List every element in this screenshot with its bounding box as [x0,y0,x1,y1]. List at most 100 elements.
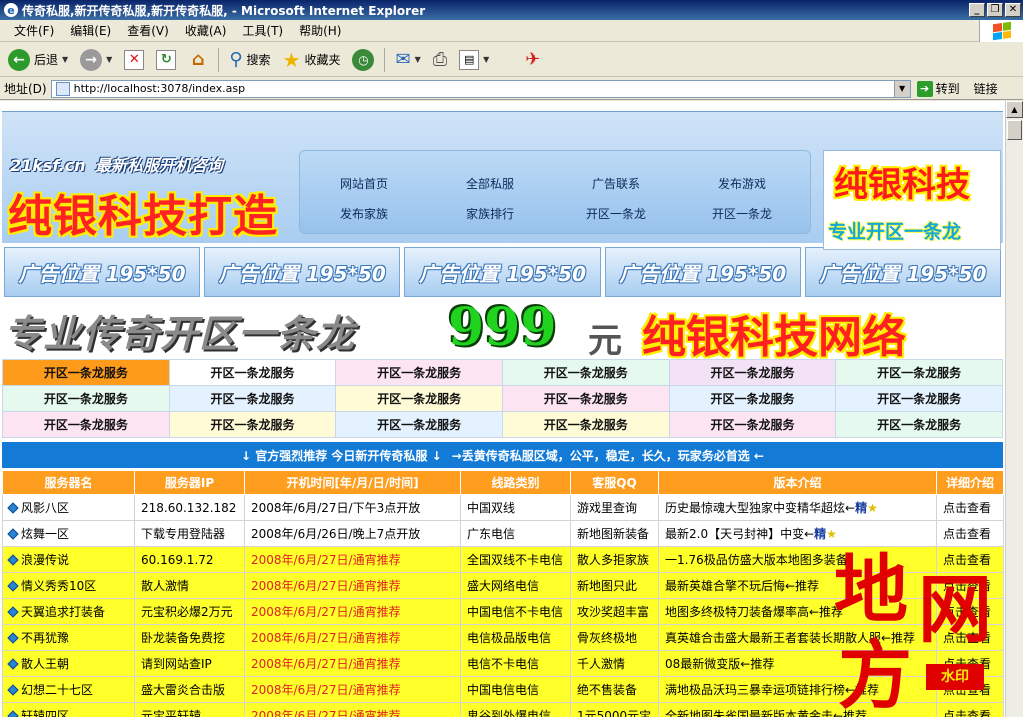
server-ip: 盛大雷炎合击版 [134,676,245,703]
menu-tools[interactable]: 工具(T) [234,20,291,41]
grid-cell[interactable]: 开区一条龙服务 [168,385,337,412]
search-button[interactable]: ⚲ 搜索 [225,46,274,74]
server-name[interactable]: 风影八区 [2,494,135,521]
detail-link[interactable]: 点击查看 [936,676,1004,703]
server-name[interactable]: 散人王朝 [2,650,135,677]
grid-cell[interactable]: 开区一条龙服务 [668,359,837,386]
menu-view[interactable]: 查看(V) [119,20,177,41]
home-button[interactable]: ⌂ [184,46,212,74]
favorites-button[interactable]: ★ 收藏夹 [279,46,345,74]
grid-cell[interactable]: 开区一条龙服务 [168,359,337,386]
grid-cell[interactable]: 开区一条龙服务 [335,411,503,438]
print-button[interactable]: ⎙ [429,46,451,74]
nav-home[interactable]: 网站首页 [304,175,424,192]
nav-setup-service-2[interactable]: 开区一条龙 [682,205,802,222]
nav-publish-game[interactable]: 发布游戏 [682,175,802,192]
server-name[interactable]: 不再犹豫 [2,624,135,651]
back-button[interactable]: ← 后退 ▼ [4,46,72,74]
address-input[interactable]: http://localhost:3078/index.asp ▼ [50,79,911,98]
minimize-button[interactable]: _ [969,3,985,17]
forward-button[interactable]: → ▼ [76,46,116,74]
stop-button[interactable]: ✕ [120,46,148,74]
ad-slot[interactable]: 广告位置 195*50 [204,247,401,297]
address-url[interactable]: http://localhost:3078/index.asp [74,82,894,95]
ad-slot[interactable]: 广告位置 195*50 [804,247,1002,297]
detail-link[interactable]: 点击查看 [936,546,1004,573]
right-logo-banner[interactable]: 纯银科技 专业开区一条龙 [823,150,1001,250]
detail-link[interactable]: 点击查看 [936,650,1004,677]
server-ip: 218.60.132.182 [134,494,245,521]
recommend-strip: ↓ 官方强烈推荐 今日新开传奇私服 ↓ →丢黄传奇私服区域，公平，稳定，长久，玩… [2,442,1003,468]
mail-dropdown-icon[interactable]: ▼ [415,55,421,64]
site-logo[interactable]: 21ksf.cn 最新私服开机咨询 [10,152,223,176]
edit-dropdown-icon[interactable]: ▼ [483,55,489,64]
grid-cell[interactable]: 开区一条龙服务 [835,359,1003,386]
go-button[interactable]: ➔ 转到 [916,80,960,97]
service-qq: 骨灰终极地 [570,624,659,651]
grid-cell[interactable]: 开区一条龙服务 [668,385,837,412]
history-button[interactable]: ◷ [348,46,378,74]
detail-link[interactable]: 点击查看 [936,520,1004,547]
grid-cell[interactable]: 开区一条龙服务 [335,385,503,412]
grid-cell[interactable]: 开区一条龙服务 [835,411,1003,438]
grid-cell[interactable]: 开区一条龙服务 [501,359,670,386]
nav-publish-family[interactable]: 发布家族 [304,205,424,222]
close-button[interactable]: ✕ [1005,3,1021,17]
mail-button[interactable]: ✉ ▼ [391,46,424,74]
server-name[interactable]: 炫舞一区 [2,520,135,547]
server-row: 浪漫传说 60.169.1.72 2008年/6月/27日/通宵推荐 全国双线不卡电信… [2,546,1004,573]
nav-setup-service-1[interactable]: 开区一条龙 [556,205,676,222]
window-controls: _ ❐ ✕ [969,3,1021,17]
ad-slot[interactable]: 广告位置 195*50 [404,247,601,297]
detail-link[interactable]: 点击查看 [936,702,1004,717]
vertical-scrollbar[interactable]: ▲ [1005,101,1023,717]
version-intro: 最新2.0【天弓封神】中变←精★ [658,520,937,547]
grid-cell[interactable]: 开区一条龙服务 [2,411,170,438]
grid-cell[interactable]: 开区一条龙服务 [2,385,170,412]
detail-link[interactable]: 点击查看 [936,572,1004,599]
refresh-button[interactable]: ↻ [152,46,180,74]
forward-dropdown-icon[interactable]: ▼ [106,55,112,64]
ad-slot[interactable]: 广告位置 195*50 [4,247,201,297]
menu-edit[interactable]: 编辑(E) [62,20,119,41]
messenger-button[interactable]: ✈ [521,46,544,74]
grid-cell[interactable]: 开区一条龙服务 [668,411,837,438]
nav-ad-contact[interactable]: 广告联系 [556,175,676,192]
server-name-text: 轩辕四区 [21,709,70,717]
restore-button[interactable]: ❐ [987,3,1003,17]
detail-link[interactable]: 点击查看 [936,598,1004,625]
grid-cell[interactable]: 开区一条龙服务 [168,411,337,438]
scroll-thumb[interactable] [1007,120,1022,140]
server-name[interactable]: 天翼追求打装备 [2,598,135,625]
server-ip-text: 元宝平轩辕 [141,709,202,717]
ad-slot[interactable]: 广告位置 195*50 [604,247,801,297]
menu-favorites[interactable]: 收藏(A) [177,20,235,41]
server-ip: 60.169.1.72 [134,546,245,573]
detail-link[interactable]: 点击查看 [936,494,1004,521]
promo-banner[interactable]: 专业传奇开区一条龙 999 元 纯银科技网络 [2,299,1003,359]
server-name[interactable]: 幻想二十七区 [2,676,135,703]
detail-link[interactable]: 点击查看 [936,624,1004,651]
line-type: 鬼谷到外爆电信 [460,702,571,717]
links-button[interactable]: 链接 [974,80,998,97]
server-name[interactable]: 轩辕四区 [2,702,135,717]
grid-cell[interactable]: 开区一条龙服务 [335,359,503,386]
address-dropdown-icon[interactable]: ▼ [893,80,910,97]
nav-all-servers[interactable]: 全部私服 [430,175,550,192]
service-qq: 游戏里查询 [570,494,659,521]
server-name[interactable]: 情义秀秀10区 [2,572,135,599]
open-time-text: 2008年/6月/27日/通宵推荐 [251,657,401,671]
edit-button[interactable]: ▤ ▼ [455,46,493,74]
menu-file[interactable]: 文件(F) [6,20,62,41]
scroll-up-icon[interactable]: ▲ [1006,101,1023,118]
menu-help[interactable]: 帮助(H) [291,20,349,41]
server-row: 幻想二十七区 盛大雷炎合击版 2008年/6月/27日/通宵推荐 中国电信电信 绝不售装… [2,676,1004,703]
server-name[interactable]: 浪漫传说 [2,546,135,573]
grid-cell[interactable]: 开区一条龙服务 [501,411,670,438]
nav-family-ranking[interactable]: 家族排行 [430,205,550,222]
ad-row: 广告位置 195*50 广告位置 195*50 广告位置 195*50 广告位置… [2,243,1003,299]
grid-cell[interactable]: 开区一条龙服务 [501,385,670,412]
back-dropdown-icon[interactable]: ▼ [62,55,68,64]
grid-cell[interactable]: 开区一条龙服务 [2,359,170,386]
grid-cell[interactable]: 开区一条龙服务 [835,385,1003,412]
